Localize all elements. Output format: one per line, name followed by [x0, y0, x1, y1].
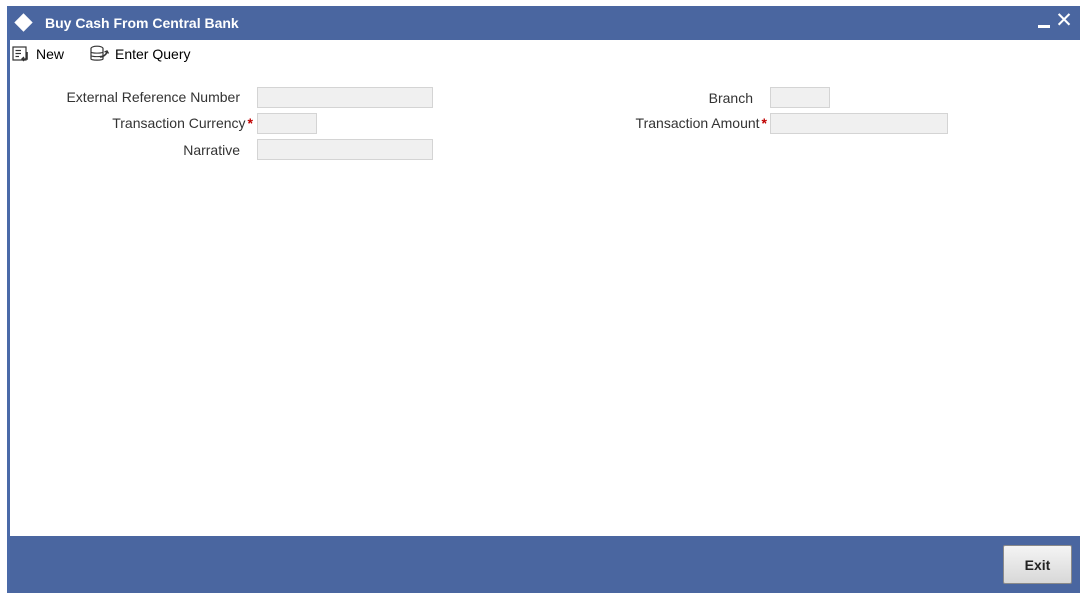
- minimize-button[interactable]: [1038, 25, 1050, 28]
- narrative-field[interactable]: [257, 139, 433, 160]
- close-button[interactable]: ✕: [1054, 8, 1074, 32]
- external-reference-number-label: External Reference Number: [10, 87, 240, 107]
- narrative-label: Narrative: [10, 140, 240, 160]
- transaction-amount-label: Transaction Amount *: [570, 113, 767, 133]
- window-title: Buy Cash From Central Bank: [45, 15, 239, 31]
- branch-label-text: Branch: [708, 90, 753, 106]
- required-marker: *: [761, 115, 767, 131]
- transaction-currency-field[interactable]: [257, 113, 317, 134]
- transaction-amount-label-text: Transaction Amount: [635, 115, 760, 131]
- branch-field[interactable]: [770, 87, 830, 108]
- required-marker: *: [247, 115, 253, 131]
- transaction-currency-label: Transaction Currency *: [10, 113, 253, 133]
- branch-label: Branch: [570, 88, 753, 108]
- enter-query-label: Enter Query: [115, 46, 191, 62]
- external-reference-number-field[interactable]: [257, 87, 433, 108]
- narrative-label-text: Narrative: [183, 142, 240, 158]
- external-reference-number-label-text: External Reference Number: [66, 89, 240, 105]
- enter-query-icon: [90, 45, 110, 61]
- enter-query-button[interactable]: Enter Query: [89, 44, 190, 64]
- toolbar: New Enter Query: [10, 40, 1080, 68]
- form-panel: External Reference Number Branch Transac…: [10, 68, 1080, 536]
- exit-button[interactable]: Exit: [1003, 545, 1072, 584]
- app-window: Buy Cash From Central Bank ✕ New Enter Q…: [7, 6, 1080, 593]
- new-label: New: [36, 46, 65, 62]
- transaction-currency-label-text: Transaction Currency: [112, 115, 246, 131]
- transaction-amount-field[interactable]: [770, 113, 948, 134]
- title-bar: Buy Cash From Central Bank ✕: [10, 6, 1080, 40]
- new-document-icon: [12, 46, 28, 62]
- footer-bar: Exit: [10, 536, 1080, 593]
- diamond-icon: [14, 13, 33, 32]
- new-button[interactable]: New: [12, 44, 64, 64]
